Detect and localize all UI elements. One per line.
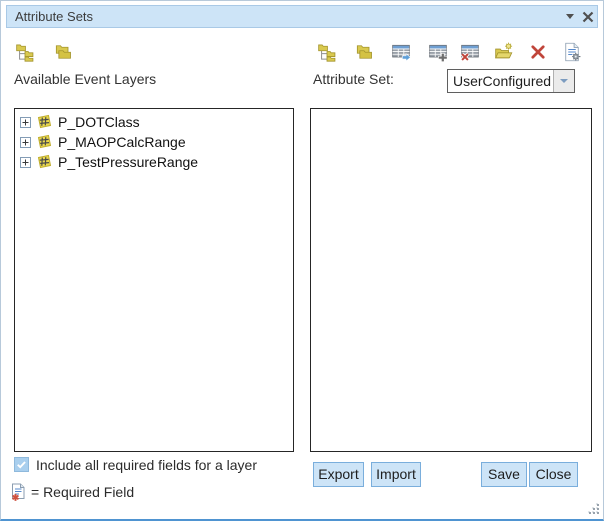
attribute-set-label: Attribute Set: <box>313 71 394 87</box>
attribute-set-combobox[interactable]: UserConfigured <box>447 69 575 93</box>
folder-tree-icon <box>317 42 337 62</box>
folder-gear-icon <box>494 42 514 62</box>
attribute-set-value: UserConfigured <box>448 70 553 92</box>
import-button[interactable]: Import <box>371 462 421 487</box>
chevron-down-icon <box>566 14 574 19</box>
collapse-all-set-button[interactable] <box>352 40 376 64</box>
required-field-legend-label: = Required Field <box>31 484 134 500</box>
event-layer-icon <box>36 114 52 130</box>
resize-grip[interactable] <box>588 503 600 515</box>
event-layer-icon <box>36 134 52 150</box>
add-table-button[interactable] <box>426 40 450 64</box>
include-required-label: Include all required fields for a layer <box>36 457 257 473</box>
check-icon <box>15 457 28 472</box>
table-plus-icon <box>428 42 448 62</box>
delete-attribute-set-button[interactable] <box>526 40 550 64</box>
attribute-set-dropdown-button[interactable] <box>553 70 574 92</box>
tree-item[interactable]: P_MAOPCalcRange <box>15 132 293 152</box>
expand-plus-icon[interactable] <box>20 137 31 148</box>
available-event-layers-label: Available Event Layers <box>14 71 156 87</box>
expand-plus-icon[interactable] <box>20 117 31 128</box>
attribute-sets-dialog: Attribute Sets <box>0 0 604 521</box>
panel-menu-button[interactable] <box>561 7 579 26</box>
remove-table-button[interactable] <box>458 40 482 64</box>
new-attribute-set-button[interactable] <box>492 40 516 64</box>
chevron-down-icon <box>560 79 568 83</box>
expand-all-set-button[interactable] <box>315 40 339 64</box>
close-button[interactable]: Close <box>529 462 578 487</box>
folders-icon <box>53 42 73 62</box>
attribute-set-fields-list[interactable] <box>310 108 592 452</box>
expand-all-layers-button[interactable] <box>13 40 37 64</box>
include-required-row: Include all required fields for a layer <box>14 456 257 473</box>
available-event-layers-tree: P_DOTClass P_MAOPCalcRange P_TestPressur… <box>14 108 294 452</box>
tree-item[interactable]: P_DOTClass <box>15 112 293 132</box>
delete-x-icon <box>529 43 547 61</box>
required-field-icon <box>10 483 26 502</box>
table-delete-icon <box>460 42 480 62</box>
event-layer-icon <box>36 154 52 170</box>
save-button[interactable]: Save <box>481 462 527 487</box>
include-required-checkbox[interactable] <box>14 457 29 472</box>
export-table-button[interactable] <box>389 40 413 64</box>
required-field-legend: = Required Field <box>10 482 134 502</box>
close-icon <box>582 11 594 23</box>
panel-title: Attribute Sets <box>7 9 93 24</box>
tree-item-label: P_MAOPCalcRange <box>58 134 186 150</box>
tree-item-label: P_TestPressureRange <box>58 154 198 170</box>
folders-icon <box>354 42 374 62</box>
tree-item[interactable]: P_TestPressureRange <box>15 152 293 172</box>
export-button[interactable]: Export <box>313 462 364 487</box>
close-panel-button[interactable] <box>579 7 597 26</box>
folder-tree-icon <box>15 42 35 62</box>
expand-plus-icon[interactable] <box>20 157 31 168</box>
document-gear-icon <box>562 42 582 62</box>
tree-item-label: P_DOTClass <box>58 114 140 130</box>
titlebar: Attribute Sets <box>6 5 598 28</box>
table-arrow-icon <box>391 42 411 62</box>
collapse-all-layers-button[interactable] <box>51 40 75 64</box>
attribute-set-properties-button[interactable] <box>560 40 584 64</box>
